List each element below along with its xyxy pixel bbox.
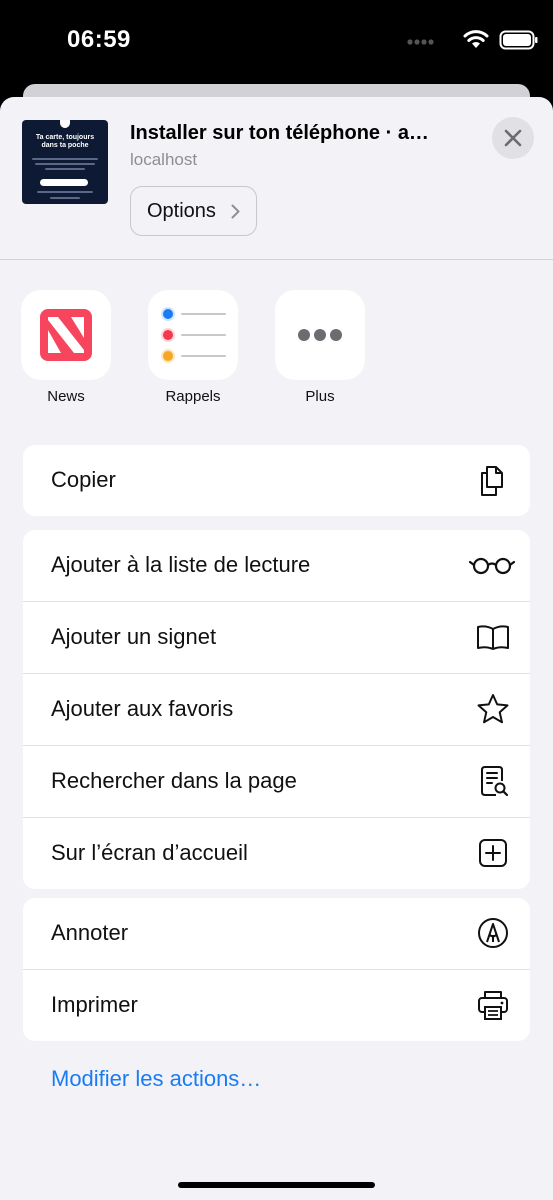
action-bookmark[interactable]: Ajouter un signet — [23, 601, 530, 673]
add-square-icon — [479, 839, 507, 867]
action-label: Copier — [51, 467, 116, 492]
close-icon — [504, 129, 522, 147]
status-icons — [353, 24, 553, 58]
action-label: Annoter — [51, 920, 129, 945]
action-label: Ajouter à la liste de lecture — [51, 552, 311, 577]
more-icon — [298, 329, 342, 341]
action-label: Imprimer — [51, 992, 138, 1017]
header-divider — [0, 259, 553, 260]
actions-group-page: Ajouter à la liste de lecture Ajouter un… — [23, 530, 530, 889]
chevron-right-icon — [231, 204, 240, 219]
action-label: Ajouter aux favoris — [51, 696, 234, 721]
news-icon — [40, 309, 92, 361]
share-title: Installer sur ton téléphone · a… — [130, 122, 429, 144]
book-icon — [477, 625, 509, 650]
action-print[interactable]: Imprimer — [23, 969, 530, 1041]
markup-icon — [478, 918, 508, 948]
thumbnail-title: Ta carte, toujours dans ta poche — [35, 134, 95, 149]
app-label: News — [47, 388, 85, 405]
action-find-in-page[interactable]: Rechercher dans la page — [23, 745, 530, 817]
action-label: Sur l’écran d’accueil — [51, 840, 248, 865]
actions-group-copy: Copier — [23, 445, 530, 516]
status-bar: 06:59 — [0, 0, 553, 84]
cellular-signal-icon — [407, 39, 434, 45]
wifi-icon — [463, 30, 489, 48]
options-label: Options — [147, 199, 216, 222]
action-markup[interactable]: Annoter — [23, 898, 530, 969]
app-label: Rappels — [165, 388, 221, 405]
page-thumbnail: Ta carte, toujours dans ta poche — [22, 120, 108, 204]
printer-icon — [478, 991, 508, 1020]
close-button[interactable] — [492, 117, 534, 159]
app-more[interactable]: Plus — [274, 290, 366, 405]
action-label: Ajouter un signet — [51, 624, 217, 649]
action-favorites[interactable]: Ajouter aux favoris — [23, 673, 530, 745]
edit-actions-link[interactable]: Modifier les actions… — [51, 1066, 261, 1092]
options-button[interactable]: Options — [130, 186, 257, 236]
action-copy[interactable]: Copier — [23, 445, 530, 516]
app-label: Plus — [305, 388, 335, 405]
status-time: 06:59 — [67, 26, 131, 53]
glasses-icon — [468, 557, 516, 575]
action-reading-list[interactable]: Ajouter à la liste de lecture — [23, 530, 530, 601]
copy-icon — [481, 466, 503, 496]
find-in-page-icon — [481, 766, 509, 797]
app-reminders[interactable]: Rappels — [147, 290, 239, 405]
actions-group-tools: Annoter Imprimer — [23, 898, 530, 1041]
app-news[interactable]: News — [20, 290, 112, 405]
home-indicator[interactable] — [178, 1182, 375, 1188]
share-subtitle: localhost — [130, 150, 198, 169]
reminders-icon — [161, 307, 226, 363]
battery-icon — [499, 30, 538, 50]
action-add-to-home-screen[interactable]: Sur l’écran d’accueil — [23, 817, 530, 889]
star-icon — [477, 694, 509, 724]
action-label: Rechercher dans la page — [51, 768, 297, 793]
